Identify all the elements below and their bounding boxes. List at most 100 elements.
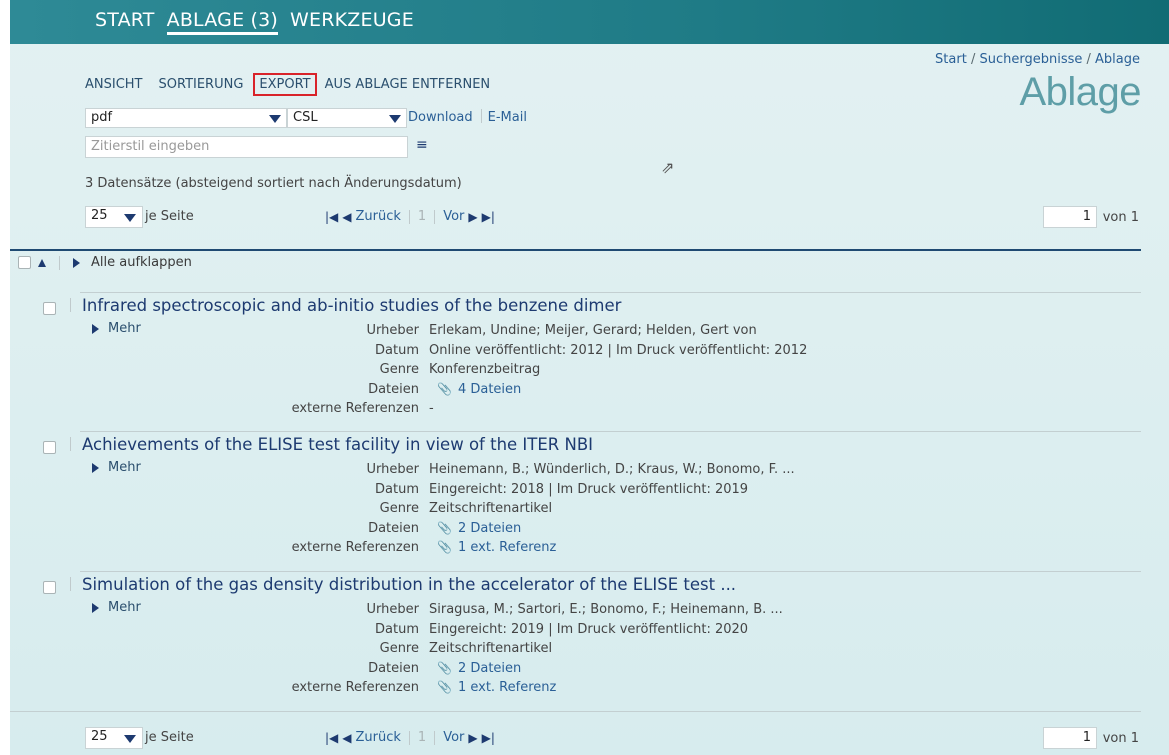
per-page-value: 25 xyxy=(91,208,108,223)
extrefs-label: externe Referenzen xyxy=(291,540,419,556)
collapse-all-icon[interactable] xyxy=(38,258,46,267)
list-divider xyxy=(10,711,1141,712)
top-nav: START ABLAGE (3) WERKZEUGE xyxy=(95,9,414,35)
list-item: Achievements of the ELISE test facility … xyxy=(10,431,1141,571)
export-format-select[interactable]: pdf xyxy=(85,108,287,128)
item-checkbox[interactable] xyxy=(43,302,56,315)
date-value: Online veröffentlicht: 2012 | Im Druck v… xyxy=(429,342,808,358)
item-more[interactable]: Mehr xyxy=(92,600,141,615)
item-checkbox[interactable] xyxy=(43,581,56,594)
item-title[interactable]: Simulation of the gas density distributi… xyxy=(82,575,736,594)
more-label: Mehr xyxy=(108,460,141,475)
files-link[interactable]: 4 Dateien xyxy=(458,382,521,397)
item-divider xyxy=(80,571,1141,572)
creators-value: Erlekam, Undine; Meijer, Gerard; Helden,… xyxy=(429,323,757,338)
item-title[interactable]: Achievements of the ELISE test facility … xyxy=(82,435,593,454)
pagination: |◀ ◀ Zurück 1 Vor ▶ ▶| xyxy=(325,730,495,745)
expand-icon xyxy=(92,462,99,473)
menu-remove[interactable]: AUS ABLAGE ENTFERNEN xyxy=(325,74,497,95)
genre-label: Genre xyxy=(379,641,419,657)
menu-export[interactable]: EXPORT xyxy=(253,73,317,96)
prev-page-icon[interactable]: ◀ xyxy=(342,210,351,224)
creators-value: Siragusa, M.; Sartori, E.; Bonomo, F.; H… xyxy=(429,602,783,617)
chevron-down-icon xyxy=(269,115,281,123)
paperclip-icon: 📎 xyxy=(437,660,452,675)
email-link[interactable]: E-Mail xyxy=(488,110,527,125)
pager-top: 25 je Seite |◀ ◀ Zurück 1 Vor ▶ ▶| 1 von… xyxy=(0,206,1169,232)
expand-icon xyxy=(92,323,99,334)
list-item: Simulation of the gas density distributi… xyxy=(10,571,1141,711)
nav-werkzeuge[interactable]: WERKZEUGE xyxy=(290,9,414,35)
date-value: Eingereicht: 2019 | Im Druck veröffentli… xyxy=(429,621,749,637)
breadcrumb-start[interactable]: Start xyxy=(935,52,967,67)
next-page-icon[interactable]: ▶ xyxy=(468,731,477,745)
next-page-link[interactable]: Vor xyxy=(443,730,464,745)
prev-page-link[interactable]: Zurück xyxy=(356,730,401,745)
genre-value: Konferenzbeitrag xyxy=(429,362,541,378)
extrefs-link[interactable]: 1 ext. Referenz xyxy=(458,680,556,695)
menu-sort[interactable]: SORTIERUNG xyxy=(159,74,250,95)
basket-menu: ANSICHT SORTIERUNG EXPORT AUS ABLAGE ENT… xyxy=(85,73,506,96)
first-page-icon[interactable]: |◀ xyxy=(325,210,338,224)
item-metadata: Urheber Erlekam, Undine; Meijer, Gerard; … xyxy=(240,321,808,419)
genre-label: Genre xyxy=(379,501,419,517)
files-link[interactable]: 2 Dateien xyxy=(458,661,521,676)
list-header: Alle aufklappen xyxy=(18,255,192,270)
link-icon: 📎 xyxy=(437,680,452,695)
date-value: Eingereicht: 2018 | Im Druck veröffentli… xyxy=(429,481,749,497)
first-page-icon[interactable]: |◀ xyxy=(325,731,338,745)
files-label: Dateien xyxy=(368,381,419,397)
creators-value: Heinemann, B.; Wünderlich, D.; Kraus, W.… xyxy=(429,462,795,477)
per-page-select[interactable]: 25 xyxy=(85,206,143,228)
nav-start[interactable]: START xyxy=(95,9,155,35)
breadcrumb-results[interactable]: Suchergebnisse xyxy=(979,52,1082,67)
extrefs-link[interactable]: 1 ext. Referenz xyxy=(458,540,556,555)
divider xyxy=(408,209,410,224)
select-all-checkbox[interactable] xyxy=(18,256,31,269)
current-page-number: 1 xyxy=(417,209,427,224)
prev-page-link[interactable]: Zurück xyxy=(356,209,401,224)
per-page-label: je Seite xyxy=(145,209,194,224)
citation-style-value: CSL xyxy=(293,110,318,125)
download-link[interactable]: Download xyxy=(408,110,473,125)
item-more[interactable]: Mehr xyxy=(92,460,141,475)
menu-view[interactable]: ANSICHT xyxy=(85,74,149,95)
paperclip-icon: 📎 xyxy=(437,520,452,535)
next-page-icon[interactable]: ▶ xyxy=(468,210,477,224)
breadcrumb: Start / Suchergebnisse / Ablage xyxy=(935,52,1140,67)
next-page-link[interactable]: Vor xyxy=(443,209,464,224)
current-page-number: 1 xyxy=(417,730,427,745)
item-title[interactable]: Infrared spectroscopic and ab-initio stu… xyxy=(82,296,621,315)
page-total: von 1 xyxy=(1102,210,1139,225)
item-checkbox[interactable] xyxy=(43,441,56,454)
page-number-input[interactable]: 1 xyxy=(1043,206,1097,228)
item-metadata: Urheber Heinemann, B.; Wünderlich, D.; Kr… xyxy=(240,460,795,558)
genre-value: Zeitschriftenartikel xyxy=(429,501,553,517)
list-divider xyxy=(10,249,1141,251)
breadcrumb-separator: / xyxy=(966,52,980,67)
per-page-select[interactable]: 25 xyxy=(85,727,143,749)
prev-page-icon[interactable]: ◀ xyxy=(342,731,351,745)
last-page-icon[interactable]: ▶| xyxy=(482,731,495,745)
files-link[interactable]: 2 Dateien xyxy=(458,521,521,536)
page-number-input[interactable]: 1 xyxy=(1043,727,1097,749)
export-actions: Download E-Mail xyxy=(408,109,527,125)
divider xyxy=(434,209,436,224)
mouse-pointer-icon: ⇗ xyxy=(661,158,675,177)
citation-style-select[interactable]: CSL xyxy=(287,108,407,128)
list-icon[interactable]: ≡ xyxy=(416,137,428,153)
item-more[interactable]: Mehr xyxy=(92,321,141,336)
item-divider xyxy=(80,292,1141,293)
nav-ablage[interactable]: ABLAGE (3) xyxy=(166,9,279,35)
expand-all-link[interactable]: Alle aufklappen xyxy=(91,255,192,270)
citation-style-input[interactable]: Zitierstil eingeben xyxy=(85,136,408,158)
creators-label: Urheber xyxy=(366,462,419,477)
pagination: |◀ ◀ Zurück 1 Vor ▶ ▶| xyxy=(325,209,495,224)
expand-icon[interactable] xyxy=(73,257,80,268)
creators-label: Urheber xyxy=(366,323,419,338)
divider xyxy=(59,255,60,270)
divider xyxy=(480,109,482,123)
date-label: Datum xyxy=(375,342,419,358)
more-label: Mehr xyxy=(108,600,141,615)
last-page-icon[interactable]: ▶| xyxy=(482,210,495,224)
